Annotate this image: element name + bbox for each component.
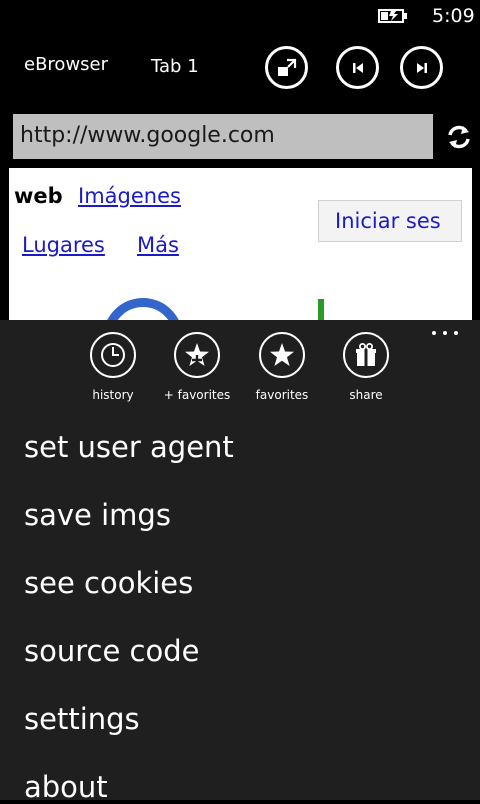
ellipsis-icon[interactable]: [430, 325, 460, 337]
google-logo-l: [318, 299, 324, 320]
add-favorite-label: + favorites: [163, 388, 231, 402]
share-button[interactable]: share: [324, 332, 408, 402]
app-header: eBrowser Tab 1: [0, 32, 480, 106]
link-more[interactable]: Más: [137, 233, 179, 257]
url-input[interactable]: http://www.google.com: [20, 123, 275, 148]
menu-item-source-code[interactable]: source code: [24, 634, 199, 668]
nav-web-current: web: [14, 184, 63, 208]
web-view[interactable]: web Imágenes Lugares Más Iniciar ses: [9, 168, 472, 320]
fullscreen-icon: [277, 58, 296, 76]
clock: 5:09: [432, 5, 475, 27]
favorites-label: favorites: [255, 388, 309, 402]
menu-item-see-cookies[interactable]: see cookies: [24, 566, 193, 600]
gift-icon: [343, 332, 389, 378]
app-title: eBrowser: [24, 54, 109, 75]
clock-icon: [90, 332, 136, 378]
history-label: history: [92, 388, 134, 402]
tab-label[interactable]: Tab 1: [151, 56, 199, 77]
signin-button[interactable]: Iniciar ses: [318, 200, 462, 242]
next-button[interactable]: [400, 46, 443, 89]
next-icon: [416, 62, 427, 73]
menu-item-settings[interactable]: settings: [24, 702, 140, 736]
refresh-icon[interactable]: [444, 122, 474, 152]
history-button[interactable]: history: [71, 332, 155, 402]
status-bar: 5:09: [0, 0, 480, 32]
menu-item-about[interactable]: about: [24, 770, 108, 804]
menu-item-set-user-agent[interactable]: set user agent: [24, 430, 234, 464]
app-menu: history + favorites favorites share set …: [0, 320, 480, 804]
link-places[interactable]: Lugares: [22, 233, 105, 257]
previous-icon: [352, 62, 363, 73]
add-favorite-button[interactable]: + favorites: [155, 332, 239, 402]
favorites-button[interactable]: favorites: [240, 332, 324, 402]
star-icon: [259, 332, 305, 378]
add-star-icon: [174, 332, 220, 378]
menu-item-save-imgs[interactable]: save imgs: [24, 498, 171, 532]
fullscreen-button[interactable]: [265, 46, 308, 89]
share-label: share: [349, 388, 383, 402]
battery-charging-icon: [378, 9, 407, 23]
address-bar[interactable]: http://www.google.com: [13, 114, 433, 159]
previous-button[interactable]: [336, 46, 379, 89]
link-images[interactable]: Imágenes: [78, 184, 181, 208]
google-logo-g: [103, 298, 183, 320]
